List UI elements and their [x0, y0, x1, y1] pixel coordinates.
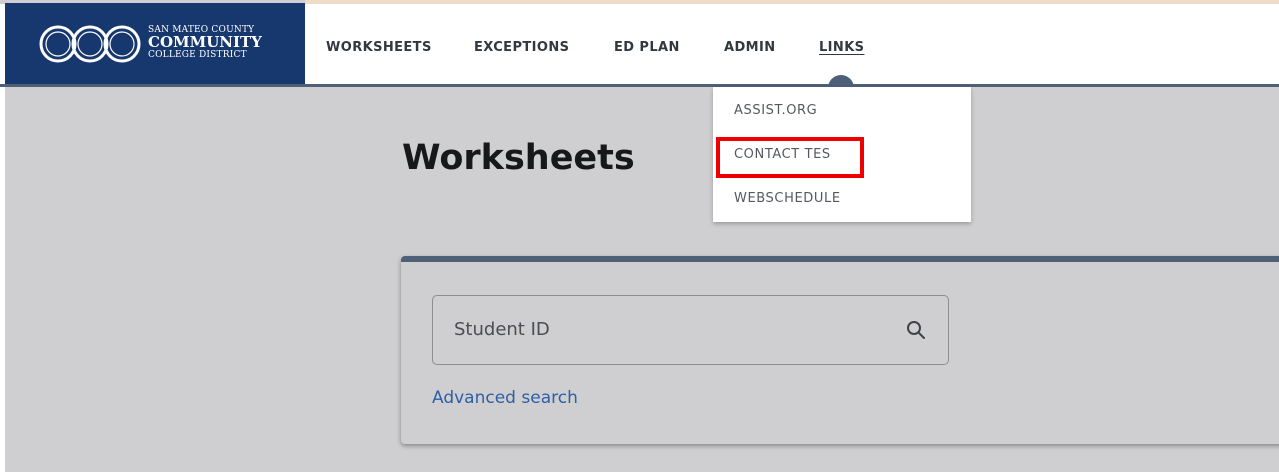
contact-tes-highlight-box: [716, 137, 864, 178]
header-bottom-border: [0, 84, 1279, 87]
student-id-search-field[interactable]: Student ID: [432, 295, 949, 365]
nav-exceptions[interactable]: EXCEPTIONS: [474, 40, 569, 55]
logo-line-district: COLLEGE DISTRICT: [148, 50, 247, 60]
nav-admin[interactable]: ADMIN: [724, 40, 776, 55]
logo-line-community: COMMUNITY: [148, 33, 262, 51]
district-logo[interactable]: SAN MATEO COUNTY COMMUNITY COLLEGE DISTR…: [5, 3, 305, 84]
left-edge-strip: [0, 86, 5, 472]
advanced-search-link[interactable]: Advanced search: [432, 388, 578, 408]
nav-ed-plan[interactable]: ED PLAN: [614, 40, 680, 55]
page-title: Worksheets: [402, 138, 635, 178]
nav-worksheets[interactable]: WORKSHEETS: [326, 40, 432, 55]
menu-item-webschedule[interactable]: WEBSCHEDULE: [734, 191, 841, 206]
search-icon[interactable]: [906, 320, 926, 340]
menu-item-assist-org[interactable]: ASSIST.ORG: [734, 103, 817, 118]
interlocking-rings-logo-icon: [39, 25, 141, 63]
search-input-placeholder: Student ID: [454, 319, 550, 340]
nav-links[interactable]: LINKS: [819, 40, 864, 55]
